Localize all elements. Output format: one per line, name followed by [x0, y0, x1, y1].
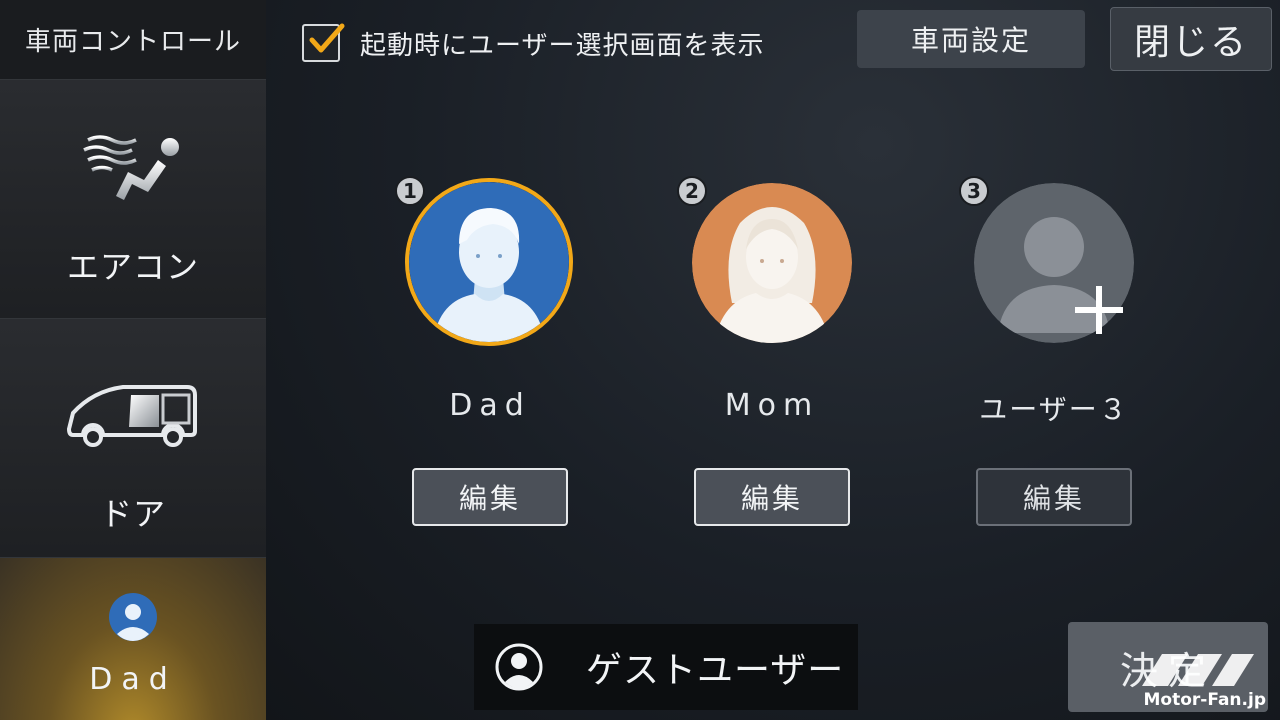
guest-user-icon — [495, 643, 543, 691]
avatar — [405, 178, 573, 346]
edit-user-button[interactable]: 編集 — [412, 468, 568, 526]
user-number-badge: 1 — [395, 176, 425, 206]
checkbox[interactable] — [302, 23, 345, 62]
guest-user-button[interactable]: ゲストユーザー — [474, 624, 858, 710]
vehicle-settings-button[interactable]: 車両設定 — [857, 10, 1085, 68]
show-user-select-toggle[interactable]: 起動時にユーザー選択画面を表示 — [302, 23, 765, 62]
sidebar-item-label: Dad — [89, 662, 177, 697]
add-user-avatar-button[interactable]: 3 — [959, 176, 1139, 348]
sidebar-item-label: エアコン — [66, 248, 199, 286]
sidebar: 車両コントロール エアコン ドア Dad — [0, 0, 266, 720]
avatar — [692, 183, 852, 343]
user-number-badge: 2 — [677, 176, 707, 206]
user-name: Dad — [449, 388, 531, 423]
edit-user-button[interactable]: 編集 — [976, 468, 1132, 526]
user-name: ユーザー３ — [979, 393, 1129, 426]
sidebar-item-aircon[interactable]: エアコン — [0, 80, 266, 319]
edit-user-button[interactable]: 編集 — [694, 468, 850, 526]
watermark-icon — [1142, 654, 1254, 686]
checkbox-label: 起動時にユーザー選択画面を表示 — [360, 30, 765, 61]
user-number-badge: 3 — [959, 176, 989, 206]
user-avatar-button[interactable]: 2 — [677, 176, 857, 348]
user-avatar-icon — [109, 593, 157, 641]
user-card-mom: 2 Mom 編集 — [672, 176, 872, 526]
female-avatar-icon — [692, 183, 852, 343]
close-button[interactable]: 閉じる — [1110, 7, 1272, 71]
checkmark-icon — [309, 23, 345, 53]
sidebar-item-label: ドア — [99, 495, 166, 533]
sidebar-item-door[interactable]: ドア — [0, 319, 266, 558]
sidebar-title: 車両コントロール — [0, 0, 266, 80]
aircon-seat-icon — [83, 135, 179, 200]
user-name: Mom — [724, 388, 820, 423]
user-card-user3: 3 ユーザー３ 編集 — [954, 176, 1154, 526]
guest-user-label: ゲストユーザー — [586, 650, 845, 691]
watermark-text: Motor-Fan.jp — [1143, 690, 1267, 710]
plus-icon — [1075, 286, 1123, 334]
male-avatar-icon — [409, 182, 569, 342]
user-card-dad: 1 Dad 編集 — [390, 176, 590, 526]
sidebar-item-current-user[interactable]: Dad — [0, 558, 266, 720]
watermark-logo: Motor-Fan.jp — [1126, 648, 1266, 710]
sliding-door-icon — [66, 385, 197, 447]
user-select-panel: 起動時にユーザー選択画面を表示 車両設定 閉じる 1 Dad 編集 2 Mom … — [266, 0, 1280, 720]
user-avatar-button[interactable]: 1 — [395, 176, 575, 348]
